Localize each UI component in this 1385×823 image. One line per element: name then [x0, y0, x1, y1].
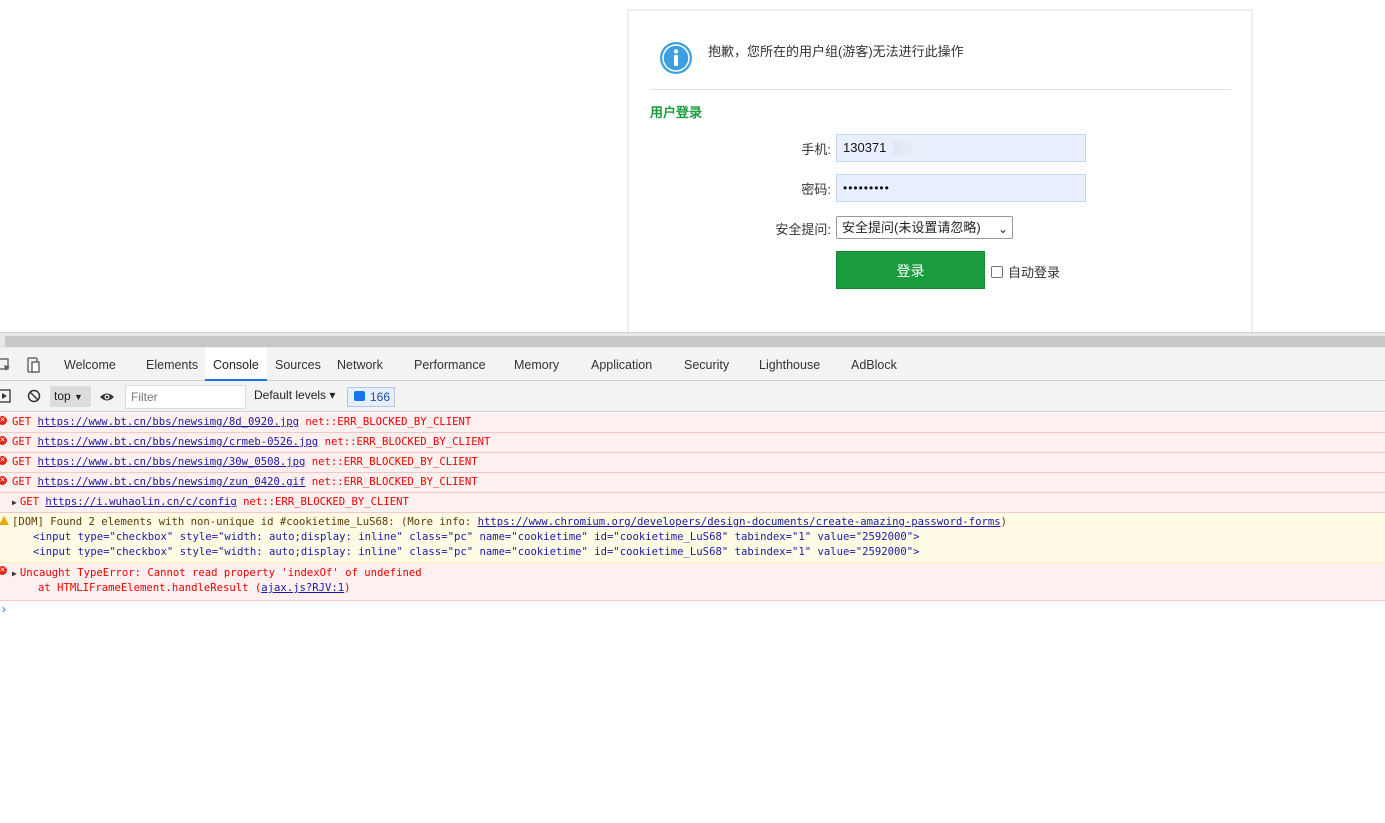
error-icon: ✕ — [0, 416, 7, 425]
tab-network[interactable]: Network — [329, 348, 391, 381]
console-typeerror-row[interactable]: ✕ ▶ Uncaught TypeError: Cannot read prope… — [0, 563, 1385, 601]
security-question-label: 安全提问: — [775, 222, 831, 237]
console-output: ✕ GET https://www.bt.cn/bbs/newsimg/8d_0… — [0, 413, 1385, 617]
tab-lighthouse[interactable]: Lighthouse — [751, 348, 828, 381]
devtools-panel: Welcome Elements Console Sources Network… — [0, 332, 1385, 823]
message-count-badge[interactable]: 166 — [347, 387, 395, 407]
chevron-down-icon: ▼ — [74, 392, 83, 402]
scrollbar[interactable] — [5, 336, 1385, 347]
message-count: 166 — [370, 390, 391, 404]
login-panel: 抱歉，您所在的用户组(游客)无法进行此操作 用户登录 手机: 130371 密码… — [627, 9, 1253, 339]
error-status: net::ERR_BLOCKED_BY_CLIENT — [305, 416, 472, 428]
console-error-row[interactable]: ▶ GET https://i.wuhaolin.cn/c/config net:… — [0, 493, 1385, 513]
error-status: net::ERR_BLOCKED_BY_CLIENT — [324, 436, 491, 448]
password-input[interactable]: ••••••••• — [836, 174, 1086, 202]
tab-sources[interactable]: Sources — [267, 348, 329, 381]
error-status: net::ERR_BLOCKED_BY_CLIENT — [311, 456, 478, 468]
expand-triangle-icon[interactable]: ▶ — [12, 495, 17, 510]
divider — [650, 89, 1231, 90]
error-url-link[interactable]: https://www.bt.cn/bbs/newsimg/crmeb-0526… — [38, 436, 319, 448]
error-url-link[interactable]: https://i.wuhaolin.cn/c/config — [45, 496, 236, 508]
error-method: GET — [12, 416, 32, 428]
expand-triangle-icon[interactable]: ▶ — [12, 566, 17, 581]
typeerror-text: Uncaught TypeError: Cannot read property… — [19, 567, 422, 579]
redacted-blur — [893, 140, 933, 156]
password-label: 密码: — [801, 182, 831, 197]
auto-login-label: 自动登录 — [1008, 265, 1061, 280]
context-select[interactable]: top ▼ — [50, 386, 91, 407]
error-url-link[interactable]: https://www.bt.cn/bbs/newsimg/30w_0508.j… — [38, 456, 306, 468]
devtools-resizer[interactable] — [0, 332, 1385, 348]
context-value: top — [54, 389, 71, 403]
stack-suffix: ) — [344, 582, 351, 594]
tab-elements[interactable]: Elements — [138, 348, 206, 381]
stack-prefix: at HTMLIFrameElement.handleResult ( — [38, 582, 262, 594]
error-url-link[interactable]: https://www.bt.cn/bbs/newsimg/zun_0420.g… — [38, 476, 306, 488]
message-icon — [354, 391, 365, 401]
error-icon: ✕ — [0, 456, 7, 465]
phone-label: 手机: — [801, 142, 831, 157]
console-prompt[interactable]: › — [0, 601, 1385, 617]
log-levels-dropdown[interactable]: Default levels ▾ — [254, 388, 335, 402]
security-question-value: 安全提问(未设置请忽略) — [842, 220, 981, 235]
warning-text: [DOM] Found 2 elements with non-unique i… — [12, 516, 478, 528]
tab-performance[interactable]: Performance — [406, 348, 494, 381]
warning-icon — [0, 516, 9, 525]
warning-node-2[interactable]: <input type="checkbox" style="width: aut… — [12, 545, 1385, 560]
error-icon: ✕ — [0, 566, 7, 575]
web-page: 抱歉，您所在的用户组(游客)无法进行此操作 用户登录 手机: 130371 密码… — [0, 0, 1385, 339]
warning-node-1[interactable]: <input type="checkbox" style="width: aut… — [12, 530, 1385, 545]
tab-application[interactable]: Application — [583, 348, 660, 381]
auto-login-checkbox[interactable] — [991, 265, 1003, 278]
error-status: net::ERR_BLOCKED_BY_CLIENT — [311, 476, 478, 488]
stack-link[interactable]: ajax.js?RJV:1 — [261, 582, 344, 594]
filter-input[interactable]: Filter — [125, 385, 246, 409]
error-icon: ✕ — [0, 476, 7, 485]
stack-trace: at HTMLIFrameElement.handleResult (ajax.… — [12, 581, 1385, 596]
device-toolbar-icon[interactable] — [26, 357, 42, 373]
error-method: GET — [12, 476, 32, 488]
console-error-row: ✕ GET https://www.bt.cn/bbs/newsimg/30w_… — [0, 453, 1385, 473]
security-question-select[interactable]: 安全提问(未设置请忽略) ⌄ — [836, 216, 1013, 239]
notice-message: 抱歉，您所在的用户组(游客)无法进行此操作 — [708, 44, 964, 59]
tab-memory[interactable]: Memory — [506, 348, 567, 381]
login-title: 用户登录 — [650, 105, 703, 120]
tab-security[interactable]: Security — [676, 348, 737, 381]
phone-input[interactable]: 130371 — [836, 134, 1086, 162]
warning-close-paren: ) — [1000, 516, 1007, 528]
error-status: net::ERR_BLOCKED_BY_CLIENT — [243, 496, 409, 508]
tab-console[interactable]: Console — [205, 348, 267, 381]
error-icon: ✕ — [0, 436, 7, 445]
tab-adblock[interactable]: AdBlock — [843, 348, 905, 381]
chevron-down-icon: ⌄ — [997, 222, 1008, 236]
error-method: GET — [12, 436, 32, 448]
login-button[interactable]: 登录 — [836, 251, 985, 289]
warning-link[interactable]: https://www.chromium.org/developers/desi… — [478, 516, 1001, 528]
tab-welcome[interactable]: Welcome — [56, 348, 124, 381]
inspect-element-icon[interactable] — [0, 357, 12, 373]
auto-login-option[interactable]: 自动登录 — [991, 262, 1060, 281]
info-icon — [660, 42, 692, 74]
eye-icon[interactable] — [99, 389, 115, 405]
clear-console-icon[interactable] — [26, 388, 42, 404]
sidebar-toggle-icon[interactable] — [0, 388, 13, 404]
error-method: GET — [12, 456, 32, 468]
console-error-row: ✕ GET https://www.bt.cn/bbs/newsimg/zun_… — [0, 473, 1385, 493]
error-method: GET — [19, 496, 39, 508]
console-error-row: ✕ GET https://www.bt.cn/bbs/newsimg/crme… — [0, 433, 1385, 453]
console-error-row: ✕ GET https://www.bt.cn/bbs/newsimg/8d_0… — [0, 413, 1385, 433]
console-warning-row: [DOM] Found 2 elements with non-unique i… — [0, 513, 1385, 563]
error-url-link[interactable]: https://www.bt.cn/bbs/newsimg/8d_0920.jp… — [38, 416, 300, 428]
console-toolbar: top ▼ Filter Default levels ▾ 166 — [0, 381, 1385, 412]
devtools-tabbar: Welcome Elements Console Sources Network… — [0, 348, 1385, 381]
